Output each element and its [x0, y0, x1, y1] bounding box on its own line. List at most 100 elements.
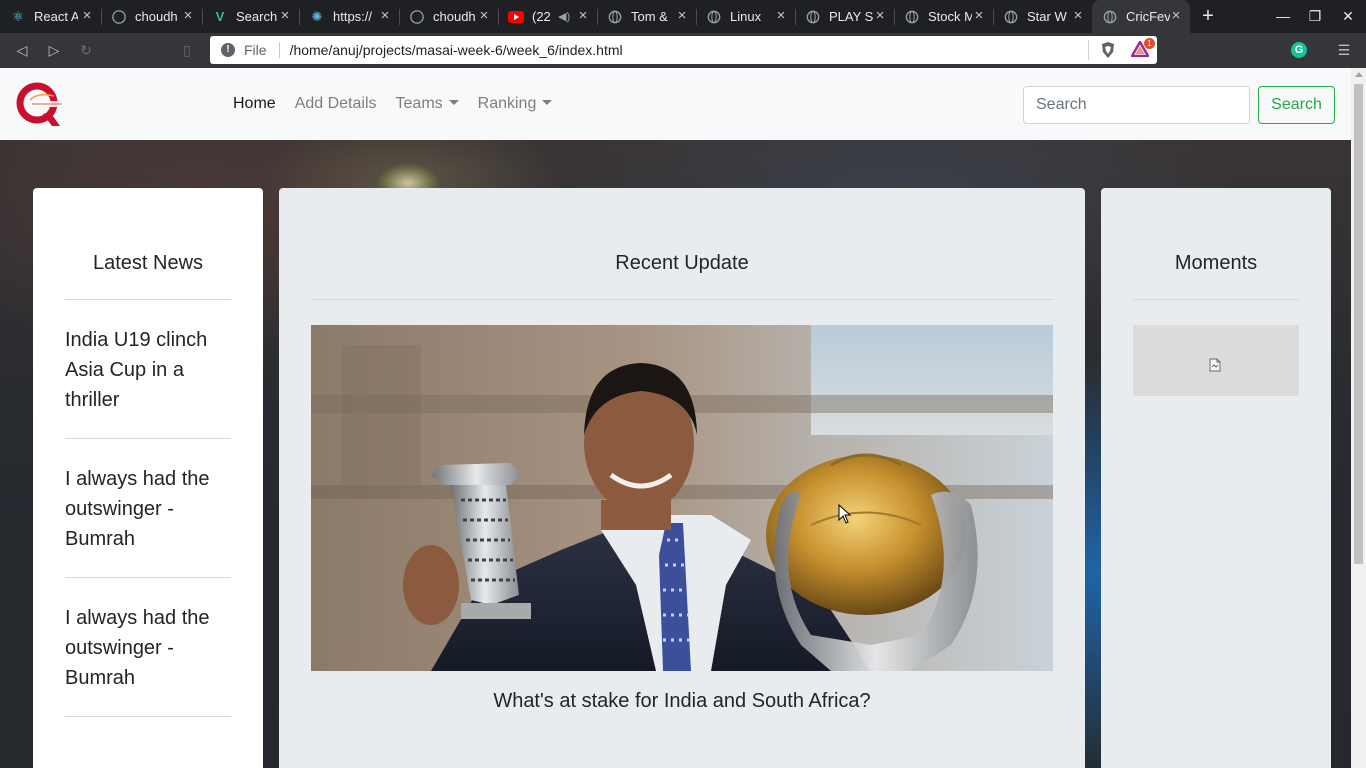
news-item[interactable]: I always had the outswinger - Bumrah: [65, 603, 231, 693]
tab-title: Search: [236, 9, 278, 24]
search-input[interactable]: [1023, 86, 1250, 124]
maximize-icon[interactable]: ❐: [1305, 6, 1325, 26]
nav-teams-dropdown[interactable]: Teams: [396, 93, 459, 115]
tab-title: Tom &: [631, 9, 668, 24]
globe-icon: [607, 9, 623, 25]
browser-toolbar: ◁ ▷ ↻ ▯ ! File /home/anuj/projects/masai…: [0, 33, 1366, 68]
broken-image-icon: [1209, 358, 1221, 372]
forward-icon[interactable]: ▷: [43, 39, 65, 61]
info-icon[interactable]: !: [221, 43, 235, 57]
page-scrollbar[interactable]: [1351, 68, 1366, 768]
bookmark-icon[interactable]: ▯: [176, 39, 198, 61]
recent-update-caption[interactable]: What's at stake for India and South Afri…: [279, 690, 1085, 713]
omnibox-divider: [1088, 40, 1089, 60]
search-button[interactable]: Search: [1258, 86, 1335, 124]
scroll-up-arrow-icon[interactable]: [1355, 72, 1363, 77]
reload-icon[interactable]: ↻: [75, 39, 97, 61]
divider: [65, 438, 231, 439]
recent-update-title: Recent Update: [615, 252, 749, 274]
nav-ranking-label: Ranking: [477, 95, 537, 112]
back-icon[interactable]: ◁: [11, 39, 33, 61]
globe-icon: [1102, 9, 1118, 25]
divider: [311, 299, 1053, 300]
tab-title: Star W: [1027, 9, 1067, 24]
caret-down-icon: [448, 100, 459, 105]
scroll-thumb[interactable]: [1354, 84, 1363, 564]
close-icon[interactable]: ×: [773, 8, 789, 24]
latest-news-card: Latest News India U19 clinch Asia Cup in…: [33, 188, 263, 768]
moments-title: Moments: [1174, 252, 1258, 274]
tab-title: PLAY S: [829, 9, 873, 24]
omnibox-separator: [278, 42, 280, 58]
nav-links: Home Add Details Teams Ranking: [233, 93, 571, 115]
tab-title: Linux: [730, 9, 762, 24]
browser-tab[interactable]: ✺ https:// ×: [299, 0, 399, 33]
globe-icon: [904, 9, 920, 25]
page-viewport: Home Add Details Teams Ranking Search La…: [0, 68, 1351, 768]
github-icon: [409, 9, 425, 25]
news-item[interactable]: India U19 clinch Asia Cup in a thriller: [65, 325, 231, 415]
close-icon[interactable]: ×: [971, 8, 987, 24]
tab-title: CricFev: [1126, 9, 1170, 24]
atom-icon: ✺: [311, 8, 323, 24]
nav-add-details-link[interactable]: Add Details: [295, 93, 377, 115]
address-bar[interactable]: ! File /home/anuj/projects/masai-week-6/…: [210, 36, 1157, 64]
browser-tab[interactable]: Linux ×: [696, 0, 795, 33]
browser-tab-strip: ⚛ React A × choudh × V Search × ✺ https:…: [0, 0, 1366, 33]
divider: [65, 716, 231, 717]
divider: [1133, 299, 1299, 300]
youtube-icon: [508, 9, 524, 25]
divider: [65, 299, 231, 300]
browser-tab[interactable]: PLAY S ×: [795, 0, 894, 33]
browser-tab[interactable]: (22 ◀) ×: [498, 0, 597, 33]
cricfever-logo[interactable]: [16, 82, 64, 128]
scheme-label: File: [244, 42, 267, 58]
browser-menu-icon[interactable]: ☰: [1336, 42, 1352, 58]
close-icon[interactable]: ×: [377, 8, 393, 24]
divider: [65, 577, 231, 578]
moment-image-placeholder[interactable]: [1133, 325, 1299, 396]
mouse-cursor-icon: [838, 504, 852, 524]
rewards-badge: 1: [1144, 38, 1155, 49]
recent-update-image[interactable]: [311, 325, 1053, 671]
url-text[interactable]: /home/anuj/projects/masai-week-6/week_6/…: [290, 42, 1088, 58]
nav-ranking-dropdown[interactable]: Ranking: [478, 93, 553, 115]
browser-tab[interactable]: Tom & ×: [597, 0, 696, 33]
grammarly-icon[interactable]: G: [1291, 42, 1307, 58]
nav-home-link[interactable]: Home: [233, 93, 276, 115]
tab-title: choudh: [135, 9, 178, 24]
moments-card: Moments: [1101, 188, 1331, 768]
browser-tab[interactable]: choudh ×: [399, 0, 498, 33]
browser-tab[interactable]: Star W ×: [993, 0, 1092, 33]
recent-update-card: Recent Update What's at stake for India …: [279, 188, 1085, 768]
brave-rewards-icon[interactable]: 1: [1129, 38, 1155, 59]
globe-icon: [1003, 9, 1019, 25]
browser-tab[interactable]: Stock M ×: [894, 0, 993, 33]
github-icon: [111, 9, 127, 25]
latest-news-title: Latest News: [92, 252, 204, 274]
close-icon[interactable]: ×: [79, 8, 95, 24]
browser-tab[interactable]: choudh ×: [101, 0, 202, 33]
tab-title: choudh: [433, 9, 476, 24]
speaker-icon[interactable]: ◀): [558, 10, 570, 23]
minimize-icon[interactable]: —: [1273, 6, 1293, 26]
close-icon[interactable]: ×: [180, 8, 196, 24]
nav-teams-label: Teams: [395, 95, 443, 112]
browser-tab-active[interactable]: CricFev ×: [1092, 0, 1190, 33]
browser-tab[interactable]: ⚛ React A ×: [0, 0, 101, 33]
close-icon[interactable]: ×: [1070, 8, 1086, 24]
browser-tab[interactable]: V Search ×: [202, 0, 299, 33]
close-window-icon[interactable]: ✕: [1338, 6, 1358, 26]
close-icon[interactable]: ×: [872, 8, 888, 24]
close-icon[interactable]: ×: [1168, 8, 1184, 24]
globe-icon: [805, 9, 821, 25]
vue-icon: V: [215, 9, 225, 24]
new-tab-icon[interactable]: +: [1196, 4, 1220, 28]
news-item[interactable]: I always had the outswinger - Bumrah: [65, 464, 231, 554]
close-icon[interactable]: ×: [674, 8, 690, 24]
caret-down-icon: [542, 100, 553, 105]
close-icon[interactable]: ×: [277, 8, 293, 24]
close-icon[interactable]: ×: [476, 8, 492, 24]
brave-shields-icon[interactable]: [1099, 41, 1117, 59]
close-icon[interactable]: ×: [575, 8, 591, 24]
